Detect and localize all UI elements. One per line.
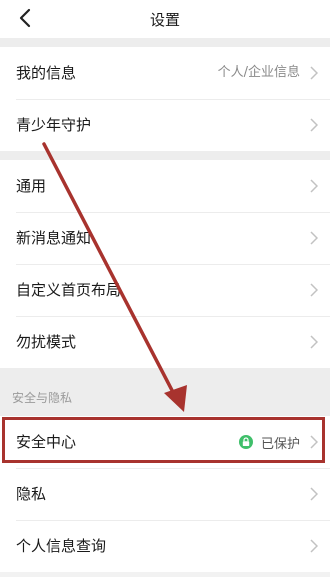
privacy-row[interactable]: 隐私 [0,468,330,520]
row-label: 勿扰模式 [16,333,77,351]
settings-group-account: 我的信息 个人/企业信息 青少年守护 [0,47,330,151]
chevron-right-icon [310,539,318,553]
section-divider [0,151,330,160]
custom-home-layout-row[interactable]: 自定义首页布局 [0,264,330,316]
status-text: 已保护 [260,436,300,452]
row-label: 我的信息 [16,64,77,82]
do-not-disturb-row[interactable]: 勿扰模式 [0,316,330,368]
protection-status: 已保护 [238,416,300,468]
chevron-right-icon [310,435,318,449]
row-value: 个人/企业信息 [217,65,300,80]
section-divider [0,38,330,47]
chevron-right-icon [310,66,318,80]
settings-group-security: 安全中心 已保护 隐私 个人信息查询 [0,416,330,572]
row-label: 新消息通知 [16,229,92,247]
settings-group-general: 通用 新消息通知 自定义首页布局 勿扰模式 [0,160,330,368]
chevron-right-icon [310,487,318,501]
lock-icon [238,435,253,449]
nav-bar: 设置 [0,0,330,38]
general-row[interactable]: 通用 [0,160,330,212]
chevron-right-icon [310,118,318,132]
row-label: 隐私 [16,485,47,503]
security-privacy-caption: 安全与隐私 [12,391,73,405]
chevron-right-icon [310,283,318,297]
message-notification-row[interactable]: 新消息通知 [0,212,330,264]
row-label: 安全中心 [16,433,77,451]
row-label: 通用 [16,177,47,195]
row-label: 青少年守护 [16,116,92,134]
row-label: 个人信息查询 [16,537,107,555]
chevron-right-icon [310,179,318,193]
my-info-row[interactable]: 我的信息 个人/企业信息 [0,47,330,99]
chevron-right-icon [310,335,318,349]
page-title: 设置 [149,11,180,29]
security-center-row[interactable]: 安全中心 已保护 [0,416,330,468]
youth-protection-row[interactable]: 青少年守护 [0,99,330,151]
row-label: 自定义首页布局 [16,281,122,299]
personal-info-query-row[interactable]: 个人信息查询 [0,520,330,572]
chevron-right-icon [310,231,318,245]
